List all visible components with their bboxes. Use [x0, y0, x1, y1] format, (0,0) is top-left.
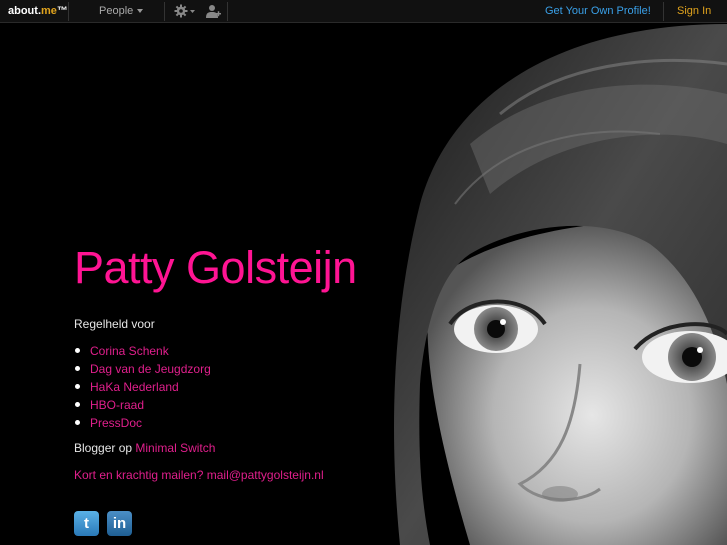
profile-link-list: Corina Schenk Dag van de Jeugdzorg HaKa …: [74, 342, 211, 432]
people-label: People: [99, 5, 134, 17]
blogger-line: Blogger op Minimal Switch: [74, 441, 215, 455]
profile-intro: Regelheld voor: [74, 317, 155, 331]
link-corina-schenk[interactable]: Corina Schenk: [90, 344, 169, 358]
bullet: [75, 420, 80, 425]
person-icon: [206, 5, 221, 18]
twitter-icon: t: [84, 515, 89, 532]
divider: [164, 2, 165, 21]
people-dropdown[interactable]: People: [99, 5, 144, 17]
bullet: [75, 402, 80, 407]
twitter-button[interactable]: t: [74, 511, 99, 536]
bullet: [75, 384, 80, 389]
link-hbo-raad[interactable]: HBO-raad: [90, 398, 144, 412]
link-dag-van-de-jeugdzorg[interactable]: Dag van de Jeugdzorg: [90, 362, 211, 376]
about-me-logo[interactable]: about.me™: [8, 5, 68, 17]
user-account-button[interactable]: [205, 4, 221, 23]
divider: [227, 2, 228, 21]
blogger-prefix: Blogger op: [74, 441, 136, 455]
logo-accent: me: [41, 5, 57, 17]
sign-in-link[interactable]: Sign In: [677, 5, 711, 17]
list-item[interactable]: HBO-raad: [74, 396, 211, 414]
logo-trademark: ™: [56, 5, 68, 17]
link-pressdoc[interactable]: PressDoc: [90, 416, 142, 430]
link-haka-nederland[interactable]: HaKa Nederland: [90, 380, 179, 394]
get-your-own-profile-link[interactable]: Get Your Own Profile!: [545, 5, 651, 17]
email-link[interactable]: Kort en krachtig mailen? mail@pattygolst…: [74, 468, 324, 482]
list-item[interactable]: PressDoc: [74, 414, 211, 432]
linkedin-icon: in: [112, 515, 127, 532]
gear-icon: [174, 4, 195, 18]
top-navigation-bar: about.me™ People Get Your Own Profile! S…: [0, 0, 727, 23]
profile-background: Patty Golsteijn Regelheld voor Corina Sc…: [0, 24, 727, 545]
settings-dropdown[interactable]: [174, 4, 196, 23]
profile-name: Patty Golsteijn: [74, 242, 357, 293]
link-minimal-switch[interactable]: Minimal Switch: [135, 441, 215, 455]
bullet: [75, 366, 80, 371]
list-item[interactable]: Dag van de Jeugdzorg: [74, 360, 211, 378]
bullet: [75, 348, 80, 353]
list-item[interactable]: Corina Schenk: [74, 342, 211, 360]
linkedin-button[interactable]: in: [107, 511, 132, 536]
chevron-down-icon: [137, 9, 144, 14]
divider: [68, 2, 69, 21]
list-item[interactable]: HaKa Nederland: [74, 378, 211, 396]
logo-text: about.: [8, 5, 41, 17]
divider: [663, 2, 664, 21]
